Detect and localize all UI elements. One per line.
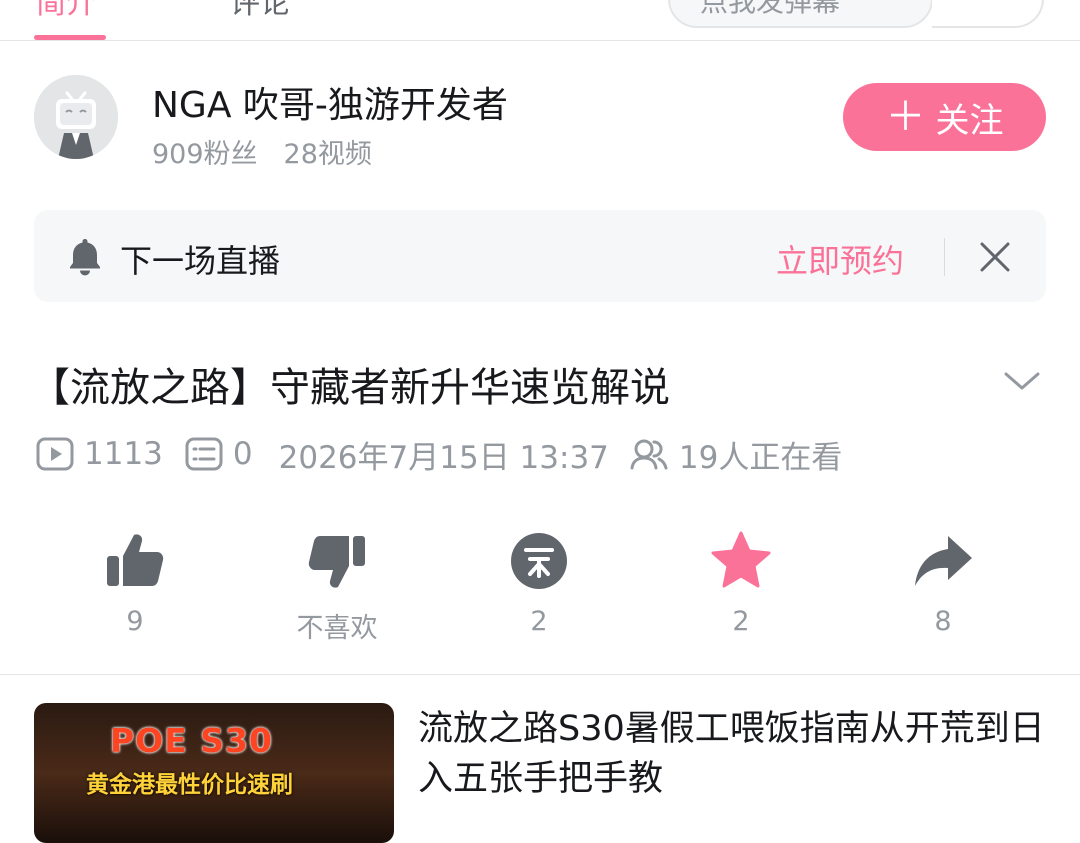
bell-icon xyxy=(70,239,100,276)
danmaku-count: 0 xyxy=(232,436,253,472)
viewers-icon xyxy=(630,439,668,470)
uploader-name[interactable]: NGA 吹哥-独游开发者 xyxy=(152,76,508,128)
follow-label: 关注 xyxy=(935,100,1004,141)
coin-button[interactable]: 2 xyxy=(479,530,599,637)
favorite-count: 2 xyxy=(732,606,750,637)
publish-datetime: 2026年7月15日 13:37 xyxy=(278,439,609,476)
video-title: 【流放之路】守藏者新升华速览解说 xyxy=(30,365,670,411)
dislike-label: 不喜欢 xyxy=(296,613,378,644)
share-icon xyxy=(915,536,972,586)
thumbnail-title: POE S30 xyxy=(110,721,273,760)
thumbnail-subtitle: 黄金港最性价比速刷 xyxy=(86,772,293,798)
video-meta: 1113 0 2026年7月15日 13:37 19人正在看 xyxy=(36,434,854,476)
chevron-down-icon[interactable] xyxy=(1002,366,1042,396)
play-count: 1113 xyxy=(84,436,163,472)
like-count: 9 xyxy=(126,606,144,637)
thumb-up-icon xyxy=(107,534,164,586)
like-button[interactable]: 9 xyxy=(75,530,195,637)
avatar[interactable] xyxy=(34,75,118,159)
live-banner-text: 下一场直播 xyxy=(120,242,281,280)
tab-divider xyxy=(0,40,1080,41)
share-button[interactable]: 8 xyxy=(883,530,1003,637)
follow-button[interactable]: ＋关注 xyxy=(843,83,1046,151)
tab-intro[interactable]: 简介 xyxy=(36,0,96,22)
danmaku-switch-icon xyxy=(948,0,1018,28)
section-divider xyxy=(0,674,1080,675)
danmaku-count-icon xyxy=(185,437,223,471)
thumb-down-icon xyxy=(308,536,365,588)
video-count: 28视频 xyxy=(283,139,372,170)
favorite-button[interactable]: 2 xyxy=(681,530,801,637)
coin-icon xyxy=(511,533,567,589)
reserve-button[interactable]: 立即预约 xyxy=(776,236,904,282)
related-video-thumbnail[interactable]: POE S30 黄金港最性价比速刷 xyxy=(34,703,394,843)
tv-mascot-icon xyxy=(34,75,118,159)
coin-count: 2 xyxy=(530,606,548,637)
share-count: 8 xyxy=(934,606,952,637)
danmaku-toggle-button[interactable] xyxy=(932,0,1044,28)
close-icon[interactable] xyxy=(978,240,1012,274)
uploader-stats: 909粉丝 28视频 xyxy=(152,132,398,171)
danmaku-placeholder: 点我发弹幕 xyxy=(700,0,841,18)
related-video-title[interactable]: 流放之路S30暑假工喂饭指南从开荒到日入五张手把手教 xyxy=(418,704,1048,804)
star-icon xyxy=(711,531,771,588)
fans-count: 909粉丝 xyxy=(152,139,258,170)
play-count-icon xyxy=(36,437,74,471)
banner-divider xyxy=(944,238,945,276)
plus-icon: ＋ xyxy=(885,94,926,140)
dislike-button[interactable]: 不喜欢 xyxy=(277,530,397,645)
watching-count: 19人正在看 xyxy=(678,439,843,476)
tab-comments[interactable]: 评论 xyxy=(230,0,290,22)
